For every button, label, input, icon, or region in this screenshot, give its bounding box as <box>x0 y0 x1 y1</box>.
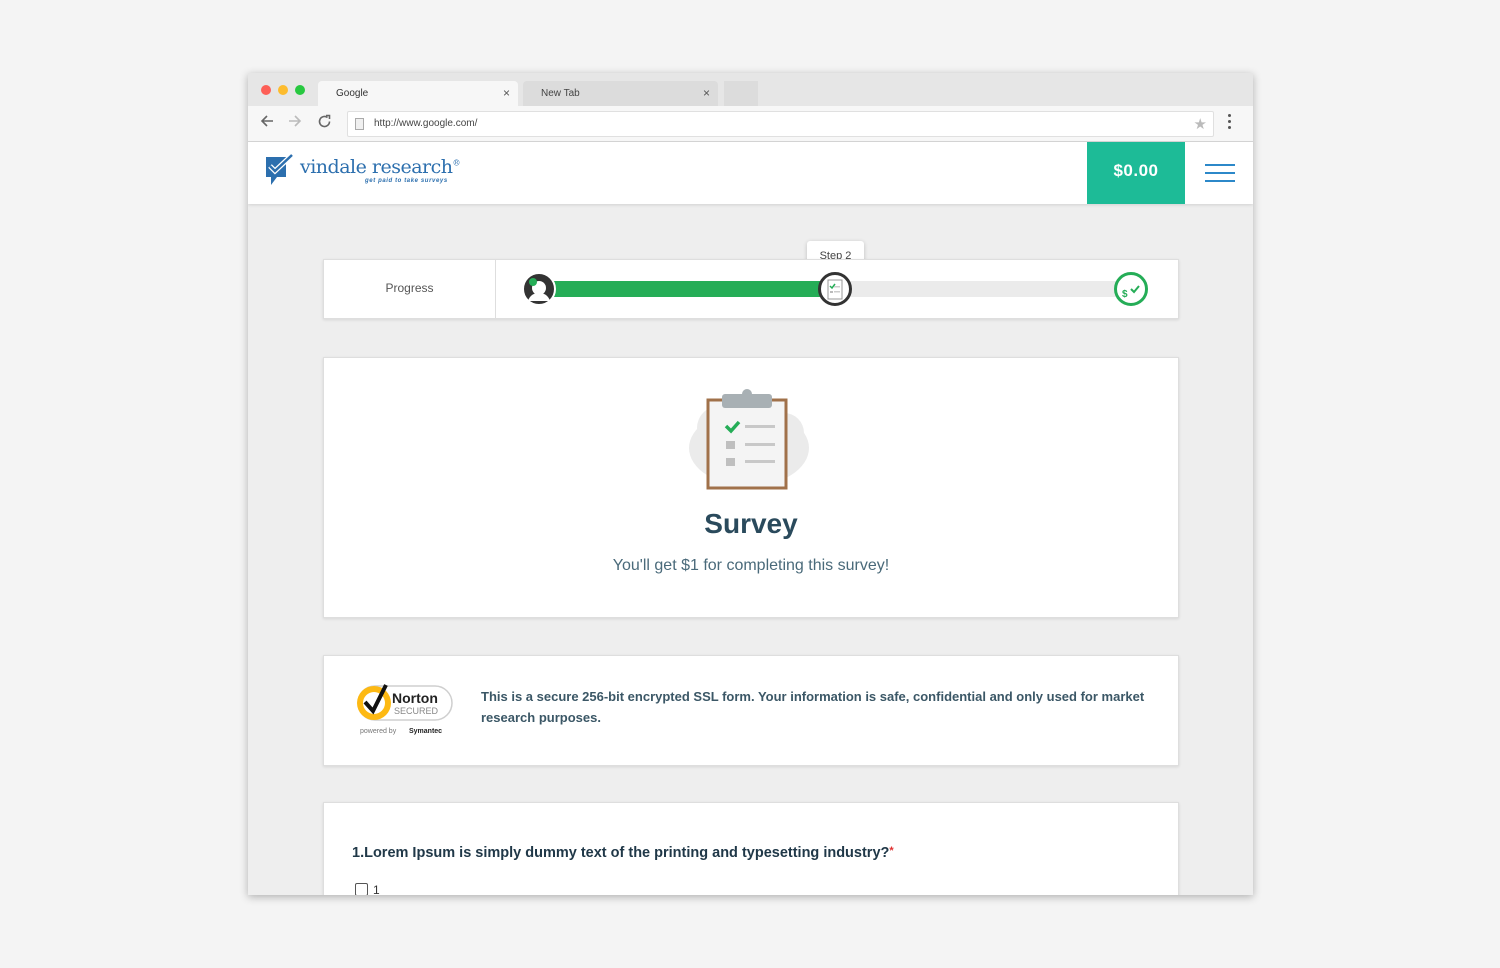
survey-title: Survey <box>704 508 798 539</box>
logo-text[interactable]: vindale research® <box>300 156 460 178</box>
tab-strip: Google × New Tab × <box>248 73 1253 106</box>
svg-text:$: $ <box>1122 289 1128 300</box>
progress-fill <box>540 281 835 297</box>
forward-icon[interactable] <box>288 114 302 128</box>
browser-window: Google × New Tab × http://www.google.com… <box>248 73 1253 895</box>
answer-option[interactable]: 1 <box>355 883 380 895</box>
required-marker: * <box>889 845 894 857</box>
reload-icon[interactable] <box>317 114 332 129</box>
tab-new-tab[interactable]: New Tab × <box>523 81 718 106</box>
back-icon[interactable] <box>260 114 274 128</box>
close-tab-icon[interactable]: × <box>703 86 710 100</box>
logo-tagline: get paid to take surveys <box>365 178 448 184</box>
address-bar[interactable]: http://www.google.com/ ★ <box>347 111 1214 137</box>
site-header: vindale research® get paid to take surve… <box>248 142 1253 204</box>
page-icon <box>355 118 364 130</box>
progress-label: Progress <box>324 260 496 318</box>
security-message: This is a secure 256-bit encrypted SSL f… <box>481 689 1145 725</box>
step-survey-icon <box>818 272 852 306</box>
browser-menu-icon[interactable] <box>1228 114 1234 132</box>
svg-text:Norton: Norton <box>392 690 438 706</box>
answer-checkbox[interactable] <box>355 883 368 895</box>
tab-label: Google <box>336 88 369 99</box>
clipboard-icon <box>689 389 809 490</box>
new-tab-button[interactable] <box>724 81 758 106</box>
progress-card: Progress $ <box>323 259 1179 319</box>
balance-button[interactable]: $0.00 <box>1087 142 1185 204</box>
step-reward-icon: $ <box>1114 272 1148 306</box>
browser-toolbar: http://www.google.com/ ★ <box>248 106 1253 142</box>
tab-google[interactable]: Google × <box>318 81 518 106</box>
norton-secured-badge: Norton SECURED powered by Symantec <box>357 684 453 735</box>
answer-option-label: 1 <box>373 883 380 895</box>
close-window-button[interactable] <box>261 85 271 95</box>
vindale-logo-icon[interactable] <box>265 154 295 188</box>
svg-text:Symantec: Symantec <box>409 728 442 735</box>
svg-text:powered by: powered by <box>360 728 397 735</box>
bookmark-star-icon[interactable]: ★ <box>1194 115 1207 133</box>
svg-text:SECURED: SECURED <box>394 706 439 716</box>
survey-reward-text: You'll get $1 for completing this survey… <box>612 557 890 574</box>
maximize-window-button[interactable] <box>295 85 305 95</box>
minimize-window-button[interactable] <box>278 85 288 95</box>
survey-intro-card: Survey You'll get $1 for completing this… <box>323 357 1179 618</box>
close-tab-icon[interactable]: × <box>503 86 510 100</box>
security-card: Norton SECURED powered by Symantec This … <box>323 655 1179 766</box>
question-card: 1.Lorem Ipsum is simply dummy text of th… <box>323 802 1179 895</box>
url-text: http://www.google.com/ <box>374 118 478 129</box>
step-profile-icon <box>522 272 556 306</box>
tab-label: New Tab <box>541 88 580 99</box>
hamburger-menu-icon[interactable] <box>1205 164 1235 182</box>
question-text: 1.Lorem Ipsum is simply dummy text of th… <box>352 845 894 861</box>
